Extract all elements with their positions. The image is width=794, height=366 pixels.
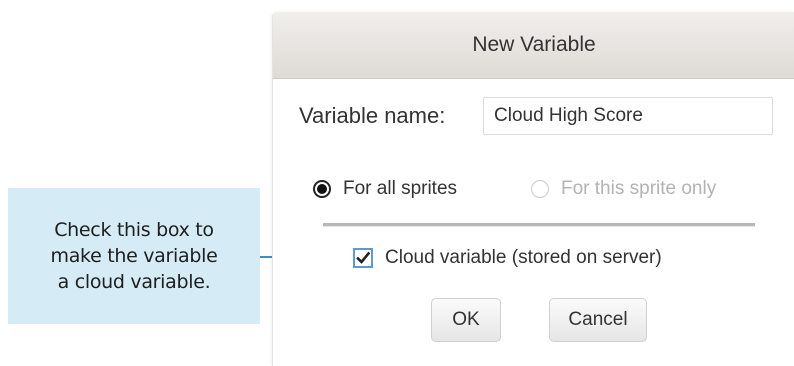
dialog-titlebar: New Variable	[273, 12, 794, 79]
dialog-title: New Variable	[472, 33, 596, 56]
cloud-variable-checkbox-row[interactable]: Cloud variable (stored on server)	[353, 247, 662, 269]
callout-box: Check this box to make the variable a cl…	[8, 188, 260, 324]
radio-unselected-icon[interactable]	[531, 180, 549, 198]
checkmark-icon	[356, 251, 370, 264]
new-variable-dialog: New Variable Variable name: For all spri…	[272, 12, 794, 366]
radio-for-this-sprite-only-label: For this sprite only	[561, 178, 717, 199]
cloud-variable-checkbox[interactable]	[353, 248, 373, 268]
callout-text: Check this box to make the variable a cl…	[50, 219, 218, 293]
cancel-button[interactable]: Cancel	[549, 298, 647, 342]
radio-for-all-sprites[interactable]: For all sprites	[313, 178, 457, 200]
cloud-variable-label: Cloud variable (stored on server)	[385, 247, 662, 268]
radio-for-this-sprite-only[interactable]: For this sprite only	[531, 178, 716, 200]
divider	[323, 223, 755, 227]
radio-selected-icon[interactable]	[313, 180, 331, 198]
ok-button[interactable]: OK	[431, 298, 501, 342]
variable-name-input[interactable]	[483, 97, 773, 135]
radio-for-all-sprites-label: For all sprites	[343, 178, 458, 199]
variable-name-label: Variable name:	[299, 103, 446, 128]
